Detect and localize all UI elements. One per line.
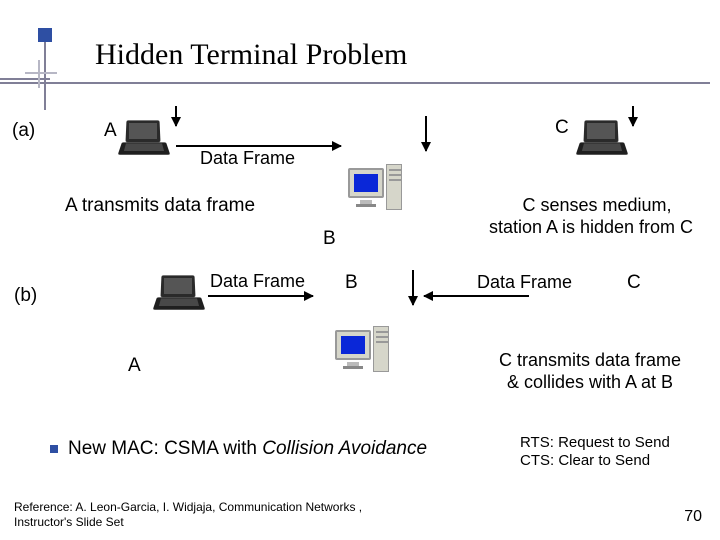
section-a-tag: (a) bbox=[12, 120, 35, 142]
arrow-down-near-b bbox=[425, 116, 427, 151]
a-left-caption: A transmits data frame bbox=[65, 195, 255, 217]
section-b-tag: (b) bbox=[14, 285, 37, 307]
bullet-square-icon bbox=[50, 445, 58, 453]
deco-horizontal-short bbox=[0, 78, 50, 80]
node-a-label: A bbox=[104, 120, 117, 142]
deco-square bbox=[38, 28, 52, 42]
node-c-label-b: C bbox=[627, 272, 641, 294]
arrow-down-b2 bbox=[412, 270, 414, 305]
arrow-down-c bbox=[632, 106, 634, 126]
node-b-label-a: B bbox=[323, 228, 336, 250]
desktop-b-icon-b bbox=[335, 322, 395, 377]
desktop-b-icon-a bbox=[348, 160, 408, 215]
deco-cross-h bbox=[25, 72, 57, 74]
node-a-label-b: A bbox=[128, 355, 141, 377]
arrow-a2-to-b bbox=[208, 295, 313, 297]
bullet-text: New MAC: CSMA with bbox=[68, 438, 262, 459]
laptop-a-icon bbox=[120, 120, 168, 158]
arrow-down-a bbox=[175, 106, 177, 126]
a-right-caption-1: C senses medium, bbox=[487, 195, 707, 216]
data-frame-b-left: Data Frame bbox=[210, 271, 305, 292]
bullet-italic: Collision Avoidance bbox=[262, 438, 427, 459]
b-right-caption-1: C transmits data frame bbox=[475, 350, 705, 371]
a-right-caption-2: station A is hidden from C bbox=[466, 217, 716, 238]
b-right-caption-2: & collides with A at B bbox=[475, 372, 705, 393]
arrow-a-to-b bbox=[176, 145, 341, 147]
node-b-label-b-top: B bbox=[345, 272, 358, 294]
laptop-a2-icon bbox=[155, 275, 203, 313]
data-frame-a-label: Data Frame bbox=[200, 148, 295, 169]
page-title: Hidden Terminal Problem bbox=[95, 38, 407, 72]
arrow-c-to-b bbox=[424, 295, 529, 297]
data-frame-b-right: Data Frame bbox=[477, 272, 572, 293]
rts-def: RTS: Request to Send bbox=[520, 434, 670, 451]
cts-def: CTS: Clear to Send bbox=[520, 452, 650, 469]
reference-text: Reference: A. Leon-Garcia, I. Widjaja, C… bbox=[14, 500, 394, 530]
deco-cross-v bbox=[38, 60, 40, 88]
node-c-label-a: C bbox=[555, 117, 569, 139]
bullet-line: New MAC: CSMA with Collision Avoidance bbox=[50, 438, 427, 460]
page-number: 70 bbox=[684, 508, 702, 526]
laptop-c-icon-a bbox=[578, 120, 626, 158]
deco-horizontal bbox=[0, 82, 710, 84]
